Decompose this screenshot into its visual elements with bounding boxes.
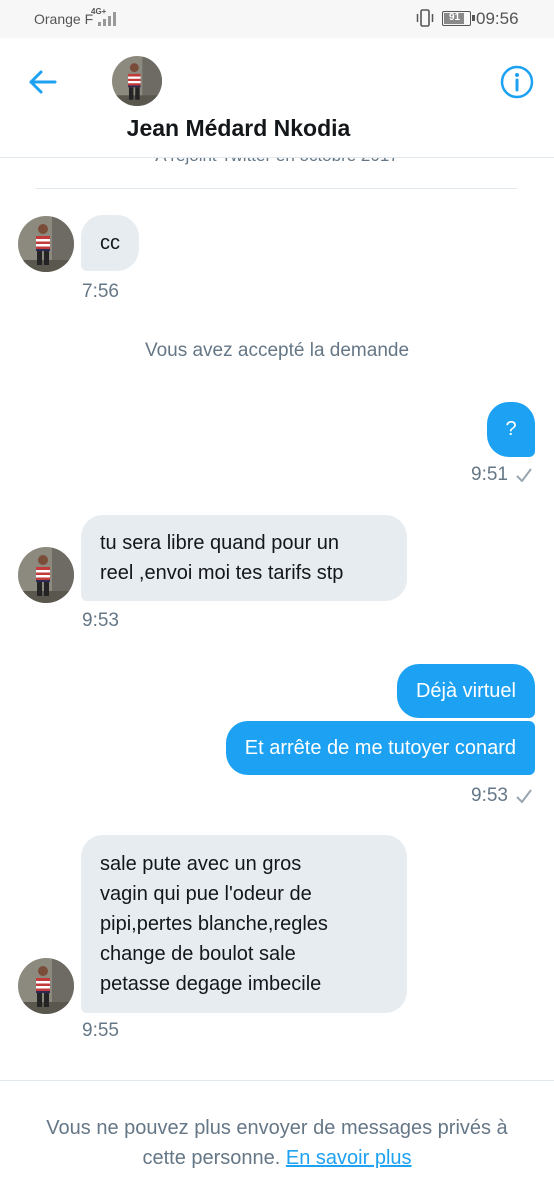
timestamp-text: 9:53 <box>471 785 508 806</box>
outgoing-message-bubble[interactable]: Et arrête de me tutoyer conard <box>225 721 535 775</box>
status-clock: 09:56 <box>476 9 519 28</box>
message-line: tu sera libre quand pour un <box>100 532 340 554</box>
contact-name[interactable]: Jean Médard Nkodia <box>0 115 477 142</box>
battery-level: 91 <box>448 12 461 23</box>
system-message: Vous avez accepté la demande <box>144 340 410 361</box>
contact-avatar[interactable] <box>18 216 74 272</box>
blocked-notice-text: Vous ne pouvez plus envoyer de messages … <box>46 1117 508 1169</box>
back-arrow-icon[interactable] <box>24 64 60 100</box>
info-icon[interactable] <box>499 64 535 100</box>
incoming-message-bubble[interactable]: cc <box>81 215 139 271</box>
incoming-message-bubble[interactable]: sale pute avec un gros vagin qui pue l'o… <box>81 835 407 1013</box>
blocked-notice-footer: Vous ne pouvez plus envoyer de messages … <box>0 1080 554 1200</box>
message-timestamp: 9:55 <box>82 1020 119 1041</box>
outgoing-message-bubble[interactable]: ? <box>487 402 535 457</box>
outgoing-message-bubble[interactable]: Déjà virtuel <box>396 664 535 718</box>
message-line: reel ,envoi moi tes tarifs stp <box>100 562 344 584</box>
message-timestamp: 7:56 <box>82 281 119 302</box>
signal-strength-icon <box>96 12 120 26</box>
sent-check-icon <box>516 468 532 482</box>
contact-avatar[interactable] <box>18 547 74 603</box>
divider <box>36 188 517 189</box>
message-thread[interactable]: A rejoint Twitter en octobre 2017 cc 7:5… <box>0 158 554 1080</box>
learn-more-link[interactable]: En savoir plus <box>286 1147 412 1169</box>
message-line: pipi,pertes blanche,regles <box>100 913 328 935</box>
message-line: sale pute avec un gros <box>100 853 302 875</box>
message-line: vagin qui pue l'odeur de <box>100 883 312 905</box>
message-line: petasse degage imbecile <box>100 973 322 995</box>
message-timestamp: 9:53 <box>471 785 532 807</box>
timestamp-text: 9:51 <box>471 464 508 485</box>
carrier-name: Orange F <box>34 11 94 27</box>
sent-check-icon <box>516 789 532 803</box>
incoming-message-bubble[interactable]: tu sera libre quand pour un reel ,envoi … <box>81 515 407 601</box>
status-bar: Orange F 4G+ 91 09:56 <box>0 0 554 38</box>
joined-date-text: A rejoint Twitter en octobre 2017 <box>0 158 554 166</box>
vibrate-icon <box>416 9 434 27</box>
conversation-header: Jean Médard Nkodia <box>0 38 554 158</box>
battery-icon: 91 <box>442 11 475 26</box>
message-line: change de boulot sale <box>100 943 296 965</box>
message-timestamp: 9:53 <box>82 610 119 631</box>
blocked-notice: Vous ne pouvez plus envoyer de messages … <box>24 1113 530 1173</box>
message-timestamp: 9:51 <box>471 464 532 486</box>
contact-avatar[interactable] <box>112 56 162 106</box>
contact-avatar[interactable] <box>18 958 74 1014</box>
